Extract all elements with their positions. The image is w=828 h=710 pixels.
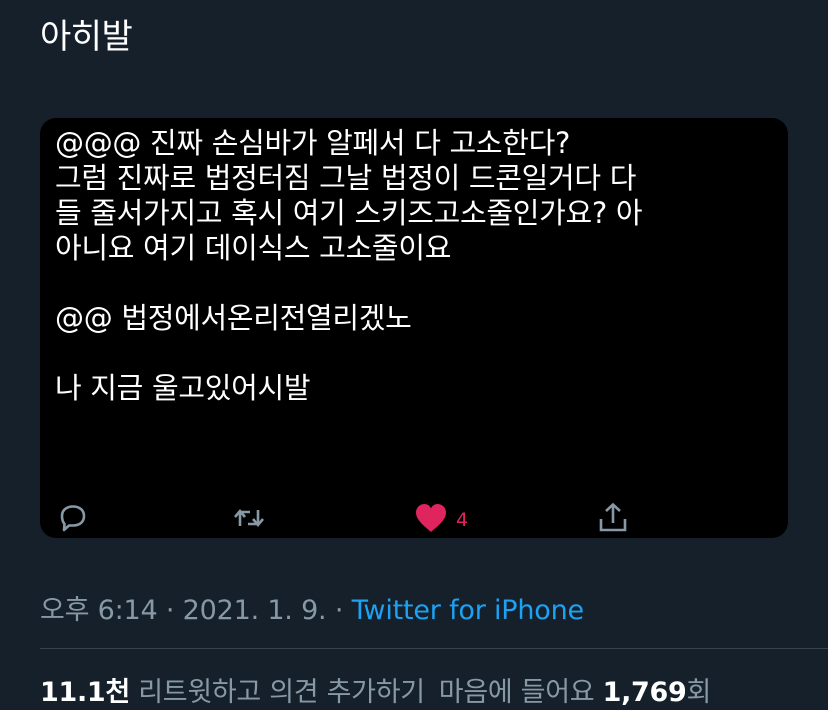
meta-separator: · — [157, 595, 183, 626]
tweet-source-link[interactable]: Twitter for iPhone — [352, 595, 585, 626]
quoted-line: 나 지금 울고있어시발 — [55, 371, 311, 405]
quoted-line: 그럼 진짜로 법정터짐 그날 법정이 드콘일거다 다 — [55, 161, 637, 195]
quoted-line-blank — [55, 336, 775, 371]
quoted-line-blank — [55, 266, 775, 301]
retweet-button[interactable] — [231, 501, 267, 535]
likes-stat[interactable]: 마음에 들어요 1,769회 — [438, 677, 712, 708]
quoted-tweet-card[interactable]: @@@ 진짜 손심바가 알페서 다 고소한다? 그럼 진짜로 법정터짐 그날 법… — [40, 118, 788, 538]
quoted-line: 들 줄서가지고 혹시 여기 스키즈고소줄인가요? 아 — [55, 196, 643, 230]
quoted-line: @@@ 진짜 손심바가 알페서 다 고소한다? — [55, 126, 571, 160]
like-button[interactable]: 4 — [414, 501, 468, 535]
divider — [40, 648, 828, 649]
tweet-stats: 11.1천 리트윗하고 의견 추가하기 마음에 들어요 1,769회 — [40, 670, 711, 709]
retweet-icon — [231, 501, 267, 535]
reply-icon — [56, 501, 90, 535]
quoted-line: 아니요 여기 데이식스 고소줄이요 — [55, 231, 452, 265]
likes-suffix: 회 — [686, 677, 712, 708]
quoted-action-bar: 4 — [40, 501, 788, 535]
like-count: 4 — [456, 509, 469, 531]
tweet-date: 2021. 1. 9. — [182, 595, 327, 626]
likes-label: 마음에 들어요 — [438, 677, 595, 708]
likes-count: 1,769 — [602, 677, 687, 708]
tweet-text: 아히발 — [40, 17, 133, 57]
quoted-line: @@ 법정에서온리전열리겠노 — [55, 301, 412, 335]
share-icon — [596, 501, 630, 535]
heart-icon — [414, 502, 448, 534]
quoted-tweet-body: @@@ 진짜 손심바가 알페서 다 고소한다? 그럼 진짜로 법정터짐 그날 법… — [55, 126, 775, 406]
tweet-time: 오후 6:14 — [40, 595, 158, 626]
share-button[interactable] — [596, 501, 630, 535]
retweets-count: 11.1천 — [40, 677, 130, 708]
tweet-detail-page: 아히발 @@@ 진짜 손심바가 알페서 다 고소한다? 그럼 진짜로 법정터짐 … — [0, 0, 828, 710]
retweets-stat[interactable]: 11.1천 리트윗하고 의견 추가하기 — [40, 677, 425, 708]
tweet-meta: 오후 6:14 · 2021. 1. 9. · Twitter for iPho… — [40, 588, 584, 627]
meta-separator: · — [326, 595, 352, 626]
retweets-label: 리트윗하고 의견 추가하기 — [138, 677, 425, 708]
reply-button[interactable] — [56, 501, 90, 535]
